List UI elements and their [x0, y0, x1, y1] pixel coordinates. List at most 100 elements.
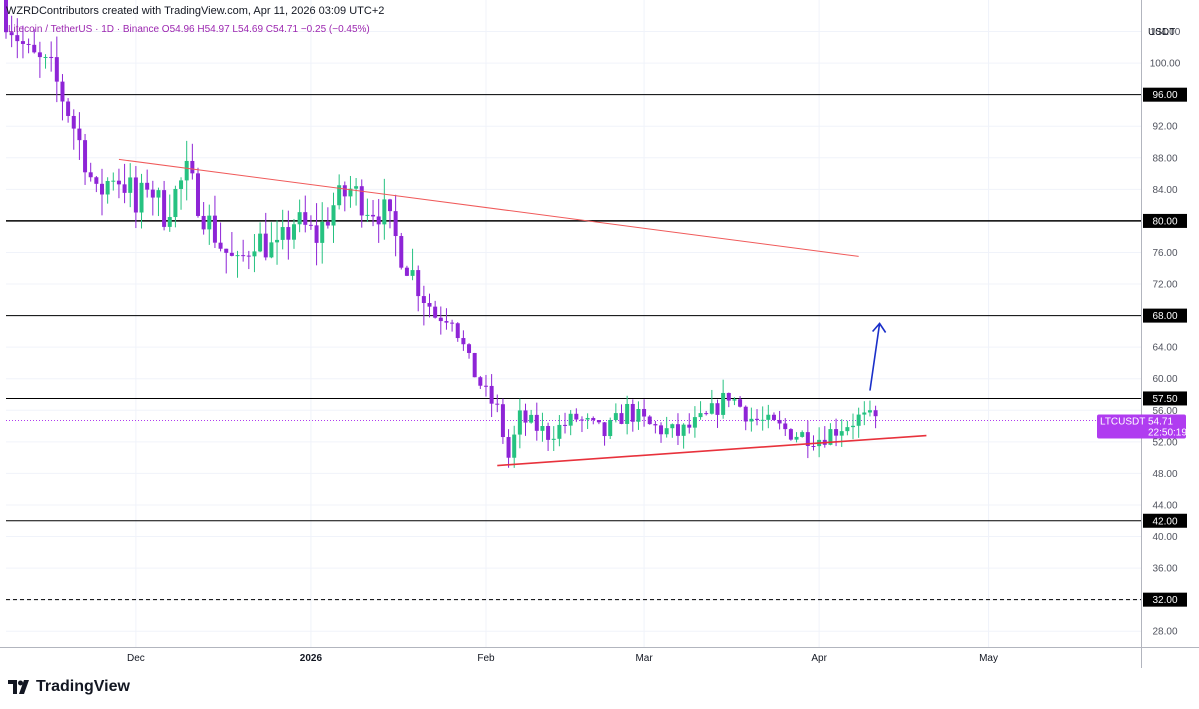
candle-body — [704, 413, 709, 415]
candle-body — [873, 410, 878, 417]
candle-body — [229, 252, 234, 256]
candle-body — [66, 101, 71, 116]
candle-body — [179, 180, 184, 189]
candle-body — [77, 128, 82, 141]
level-label: 80.00 — [1152, 216, 1177, 227]
candle-body — [235, 255, 240, 257]
legend-close: C54.71 — [265, 24, 299, 35]
support-trendline[interactable] — [497, 434, 927, 467]
candle-body — [314, 225, 319, 243]
candle-body — [173, 188, 178, 218]
candle-body — [546, 425, 551, 440]
candle-body — [280, 227, 285, 240]
time-tick-label: Apr — [811, 653, 827, 664]
candle-body — [15, 35, 20, 42]
candle-body — [32, 44, 37, 53]
current-price-symbol: LTCUSDT — [1100, 416, 1145, 427]
candle-body — [596, 420, 601, 423]
candle-body — [653, 424, 658, 426]
candle-body — [387, 199, 392, 212]
candle-body — [49, 56, 54, 58]
candle-body — [444, 321, 449, 323]
candle-body — [856, 414, 861, 426]
symbol-legend[interactable]: Litecoin / TetherUS · 1D · Binance O54.9… — [8, 24, 370, 35]
price-chart[interactable]: 28.0032.0036.0040.0044.0048.0052.0056.00… — [0, 0, 1199, 709]
candle-body — [421, 296, 426, 303]
candle-body — [675, 424, 680, 436]
candle-body — [303, 212, 308, 225]
candle-body — [500, 404, 505, 438]
candle-body — [619, 413, 624, 424]
symbol-name[interactable]: Litecoin / TetherUS · 1D · Binance — [8, 24, 159, 35]
candle-body — [472, 352, 477, 378]
candle-body — [811, 446, 816, 448]
candle-body — [540, 425, 545, 431]
candle-body — [495, 403, 500, 405]
candle-body — [512, 434, 517, 458]
candle-body — [478, 377, 483, 386]
arrow-shaft[interactable] — [869, 323, 881, 391]
time-tick-label: Feb — [477, 653, 495, 664]
current-price-value: 54.71 — [1148, 416, 1173, 427]
tradingview-logo-text: TradingView — [36, 678, 130, 695]
candle-body — [692, 417, 697, 428]
candle-body — [246, 255, 251, 257]
candle-body — [760, 419, 765, 421]
candle-body — [54, 57, 59, 82]
candle-body — [342, 185, 347, 197]
candle-body — [715, 403, 720, 415]
candle-body — [167, 217, 172, 227]
candle-body — [94, 177, 99, 184]
candle-body — [670, 424, 675, 429]
level-label: 96.00 — [1152, 90, 1177, 101]
candle-body — [218, 242, 223, 249]
candle-body — [399, 236, 404, 268]
candle-body — [252, 251, 257, 257]
candle-body — [851, 425, 856, 428]
candle-body — [738, 399, 743, 407]
resistance-trendline[interactable] — [118, 158, 859, 257]
time-tick-label: 2026 — [300, 653, 323, 664]
candle-body — [839, 431, 844, 436]
candle-body — [551, 438, 556, 440]
candle-body — [613, 413, 618, 421]
candle-body — [523, 410, 528, 423]
price-scale-currency: USDT — [1148, 27, 1175, 38]
tradingview-logo[interactable]: TradingView — [8, 678, 130, 696]
candle-body — [258, 233, 263, 252]
candle-body — [43, 56, 48, 58]
candle-body — [687, 424, 692, 428]
candle-body — [721, 392, 726, 415]
candle-body — [681, 424, 686, 436]
price-tick-label: 92.00 — [1152, 122, 1177, 133]
candle-body — [371, 214, 376, 217]
price-tick-label: 84.00 — [1152, 185, 1177, 196]
candle-body — [777, 419, 782, 424]
candle-body — [755, 418, 760, 420]
candle-body — [709, 403, 714, 414]
candle-body — [664, 428, 669, 435]
candle-body — [133, 177, 138, 213]
candle-body — [354, 186, 359, 189]
candle-body — [195, 173, 200, 216]
level-label: 57.50 — [1152, 394, 1177, 405]
candle-body — [568, 413, 573, 426]
candle-body — [331, 205, 336, 226]
price-tick-label: 60.00 — [1152, 374, 1177, 385]
candle-body — [393, 211, 398, 237]
candle-body — [574, 413, 579, 420]
level-label: 68.00 — [1152, 311, 1177, 322]
candle-body — [382, 199, 387, 225]
candle-body — [286, 227, 291, 240]
legend-low: L54.69 — [232, 24, 264, 35]
candle-body — [771, 414, 776, 420]
price-tick-label: 72.00 — [1152, 280, 1177, 291]
candle-body — [427, 302, 432, 307]
candle-body — [37, 52, 42, 58]
up-arrow-annotation — [869, 322, 887, 391]
trendlines — [118, 158, 927, 467]
price-tick-label: 64.00 — [1152, 343, 1177, 354]
level-label: 42.00 — [1152, 516, 1177, 527]
candle-body — [450, 322, 455, 324]
candle-body — [404, 267, 409, 276]
